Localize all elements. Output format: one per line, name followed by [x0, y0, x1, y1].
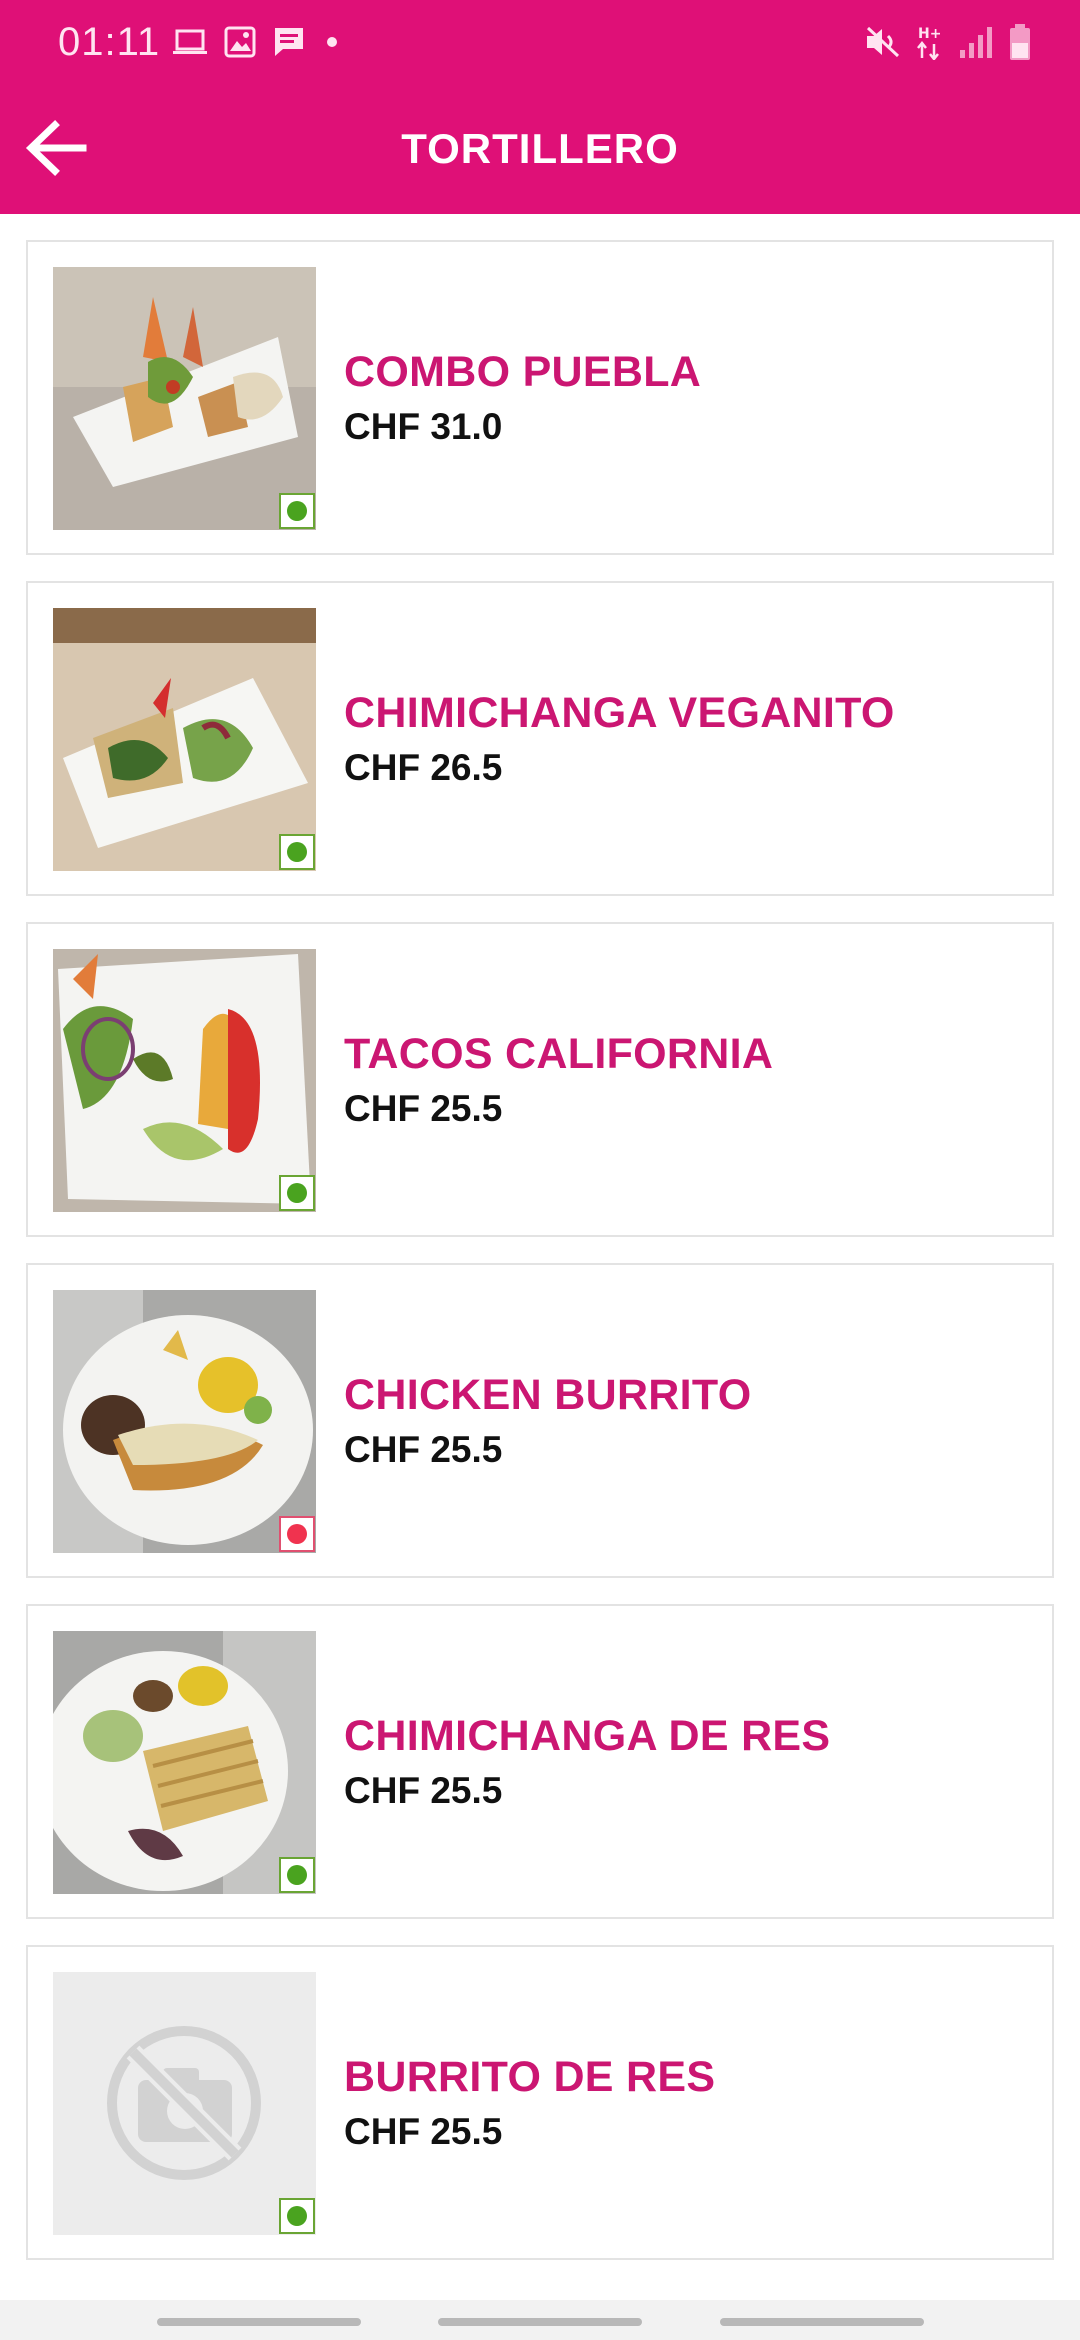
- item-price: CHF 26.5: [344, 747, 503, 788]
- item-info: CHIMICHANGA VEGANITO CHF 26.5: [344, 687, 895, 791]
- menu-item-card[interactable]: TACOS CALIFORNIA CHF 25.5: [26, 922, 1054, 1237]
- menu-item-card[interactable]: COMBO PUEBLA CHF 31.0: [26, 240, 1054, 555]
- menu-item-card[interactable]: CHIMICHANGA DE RES CHF 25.5: [26, 1604, 1054, 1919]
- item-photo: [53, 949, 316, 1212]
- veg-indicator: [279, 1175, 315, 1211]
- nav-hint-left[interactable]: [157, 2318, 361, 2326]
- veg-indicator: [279, 1857, 315, 1893]
- veg-indicator: [279, 493, 315, 529]
- nonveg-indicator: [279, 1516, 315, 1552]
- status-bar: 01:11 H+: [0, 0, 1080, 84]
- page-title: TORTILLERO: [401, 125, 679, 172]
- nav-hint-center[interactable]: [438, 2318, 642, 2326]
- item-price: CHF 25.5: [344, 1770, 503, 1811]
- item-name: CHIMICHANGA VEGANITO: [344, 689, 895, 737]
- item-info: CHICKEN BURRITO CHF 25.5: [344, 1369, 751, 1473]
- item-name: TACOS CALIFORNIA: [344, 1030, 774, 1078]
- item-price: CHF 25.5: [344, 1429, 503, 1470]
- svg-text:H+: H+: [918, 26, 941, 42]
- item-info: TACOS CALIFORNIA CHF 25.5: [344, 1028, 773, 1132]
- menu-item-card[interactable]: CHIMICHANGA VEGANITO CHF 26.5: [26, 581, 1054, 896]
- network-hplus-icon: H+: [916, 24, 944, 60]
- notification-icons: [172, 24, 342, 60]
- laptop-icon: [172, 27, 208, 57]
- item-photo: [53, 608, 316, 871]
- app-screen: 01:11 H+ TORTILLERO COMBO PUEBLA CHF 31.…: [0, 0, 1080, 2340]
- item-name: CHICKEN BURRITO: [344, 1371, 752, 1419]
- arrow-left-icon: [25, 120, 87, 176]
- item-info: COMBO PUEBLA CHF 31.0: [344, 346, 701, 450]
- item-photo: [53, 1631, 316, 1894]
- item-photo-placeholder: [53, 1972, 316, 2235]
- system-icons: H+: [864, 22, 1032, 62]
- menu-item-card[interactable]: BURRITO DE RES CHF 25.5: [26, 1945, 1054, 2260]
- dot-icon: [322, 32, 342, 52]
- signal-icon: [958, 24, 994, 60]
- menu-item-card[interactable]: CHICKEN BURRITO CHF 25.5: [26, 1263, 1054, 1578]
- item-name: CHIMICHANGA DE RES: [344, 1712, 831, 1760]
- no-image-icon: [53, 1972, 316, 2235]
- image-icon: [224, 26, 256, 58]
- item-photo: [53, 1290, 316, 1553]
- message-icon: [272, 25, 306, 59]
- nav-hint-right[interactable]: [720, 2318, 924, 2326]
- veg-indicator: [279, 834, 315, 870]
- item-photo: [53, 267, 316, 530]
- item-price: CHF 31.0: [344, 406, 503, 447]
- gesture-nav-bar: [0, 2300, 1080, 2340]
- item-info: BURRITO DE RES CHF 25.5: [344, 2051, 715, 2155]
- item-info: CHIMICHANGA DE RES CHF 25.5: [344, 1710, 830, 1814]
- item-price: CHF 25.5: [344, 1088, 503, 1129]
- back-button[interactable]: [18, 110, 94, 186]
- toolbar: TORTILLERO: [0, 84, 1080, 214]
- item-name: BURRITO DE RES: [344, 2053, 716, 2101]
- menu-item-list: COMBO PUEBLA CHF 31.0 CHIMICHANGA VEGANI…: [26, 240, 1054, 2286]
- status-time: 01:11: [58, 20, 161, 64]
- item-price: CHF 25.5: [344, 2111, 503, 2152]
- item-name: COMBO PUEBLA: [344, 348, 702, 396]
- battery-icon: [1008, 23, 1032, 61]
- mute-icon: [864, 24, 902, 60]
- app-bar: 01:11 H+ TORTILLERO: [0, 0, 1080, 214]
- veg-indicator: [279, 2198, 315, 2234]
